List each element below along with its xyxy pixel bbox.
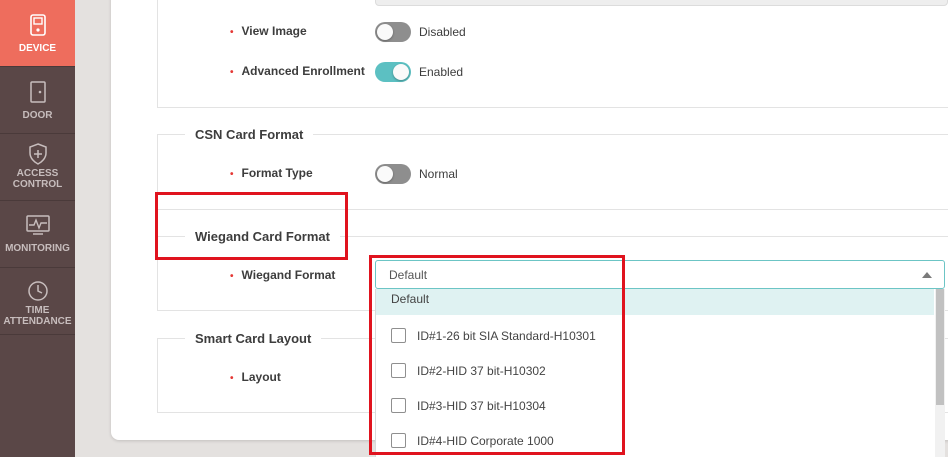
nav-access-label-1: ACCESS bbox=[16, 168, 59, 179]
nav-time-attendance[interactable]: TIME ATTENDANCE bbox=[0, 268, 75, 335]
shield-plus-icon bbox=[28, 143, 47, 165]
view-image-toggle[interactable] bbox=[375, 22, 411, 42]
format-type-toggle[interactable] bbox=[375, 164, 411, 184]
view-image-label: • View Image bbox=[230, 24, 307, 38]
smart-section-title: Smart Card Layout bbox=[185, 331, 322, 346]
highlight-wiegand-dropdown bbox=[369, 255, 625, 455]
nav-monitoring-label: MONITORING bbox=[5, 243, 70, 254]
nav-monitoring[interactable]: MONITORING bbox=[0, 201, 75, 268]
nav-device-label: DEVICE bbox=[18, 43, 57, 54]
fingerprint-section bbox=[157, 0, 948, 108]
door-icon bbox=[29, 81, 46, 103]
format-type-state: Normal bbox=[419, 167, 458, 181]
layout-label: • Layout bbox=[230, 370, 281, 384]
caret-up-icon[interactable] bbox=[922, 272, 932, 278]
highlight-wiegand-title bbox=[155, 192, 348, 260]
device-icon bbox=[29, 14, 46, 36]
nav-door[interactable]: DOOR bbox=[0, 67, 75, 134]
nav-time-label-2: ATTENDANCE bbox=[3, 316, 72, 327]
nav-time-label-1: TIME bbox=[25, 305, 50, 316]
dropdown-scroll-thumb[interactable] bbox=[936, 289, 944, 405]
monitor-pulse-icon bbox=[25, 215, 50, 235]
nav-access-label-2: CONTROL bbox=[12, 179, 63, 190]
sidebar: DEVICE DOOR ACCESS CONTROL MONITORING TI… bbox=[0, 0, 75, 457]
nav-door-label: DOOR bbox=[22, 110, 53, 121]
advanced-enrollment-state: Enabled bbox=[419, 65, 464, 79]
nav-device[interactable]: DEVICE bbox=[0, 0, 75, 67]
advanced-enrollment-label: • Advanced Enrollment bbox=[230, 64, 365, 78]
dropdown-scrollbar[interactable] bbox=[935, 289, 945, 457]
nav-access-control[interactable]: ACCESS CONTROL bbox=[0, 134, 75, 201]
advanced-enrollment-toggle[interactable] bbox=[375, 62, 411, 82]
wiegand-format-label: • Wiegand Format bbox=[230, 268, 336, 282]
format-type-label: • Format Type bbox=[230, 166, 313, 180]
csn-section-title: CSN Card Format bbox=[185, 127, 314, 142]
clock-icon bbox=[27, 281, 48, 301]
view-image-state: Disabled bbox=[419, 25, 466, 39]
